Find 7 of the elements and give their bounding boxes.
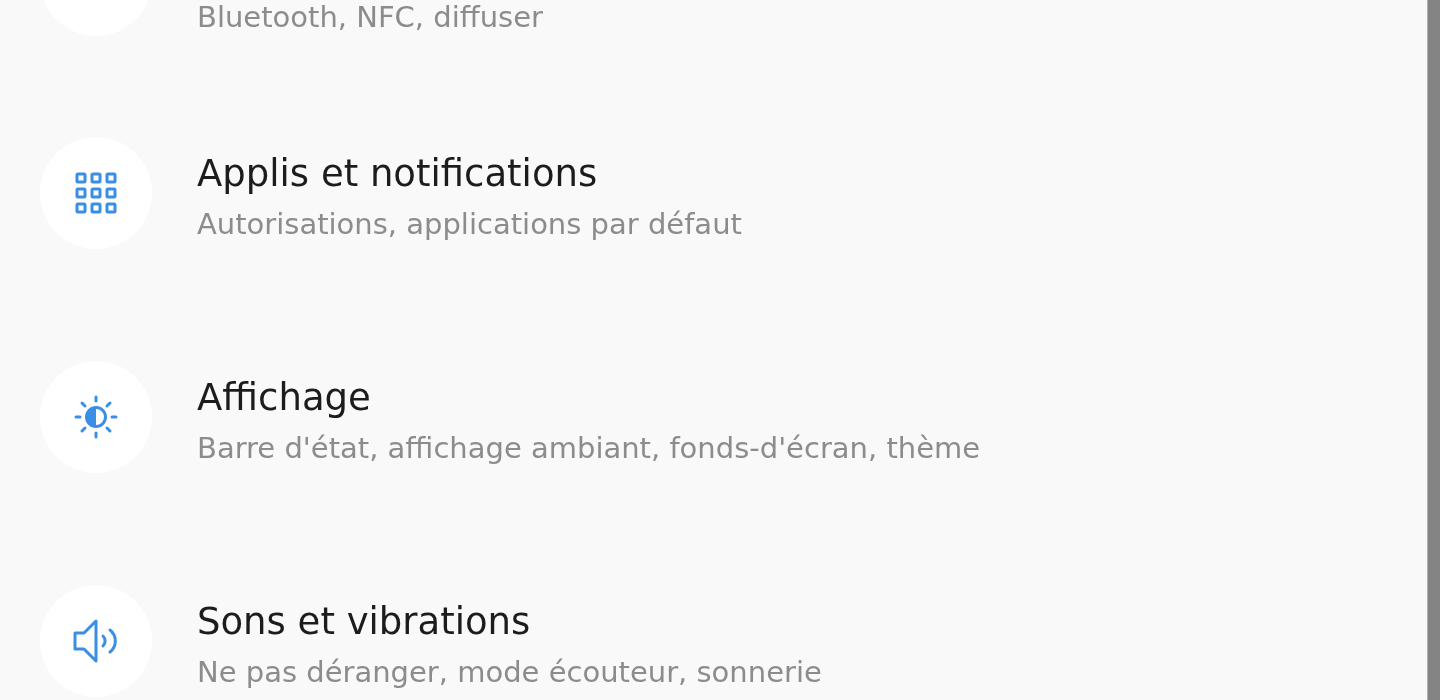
setting-description: Barre d'état, affichage ambiant, fonds-d'écran, thème <box>197 430 981 467</box>
setting-description: Autorisations, applications par défaut <box>197 206 742 243</box>
setting-description: Bluetooth, NFC, diffuser <box>197 0 543 34</box>
setting-title[interactable]: Applis et notifications <box>197 152 598 196</box>
setting-title[interactable]: Affichage <box>197 376 371 420</box>
setting-description: Ne pas déranger, mode écouteur, sonnerie <box>197 654 822 691</box>
setting-title[interactable]: Sons et vibrations <box>197 600 531 644</box>
